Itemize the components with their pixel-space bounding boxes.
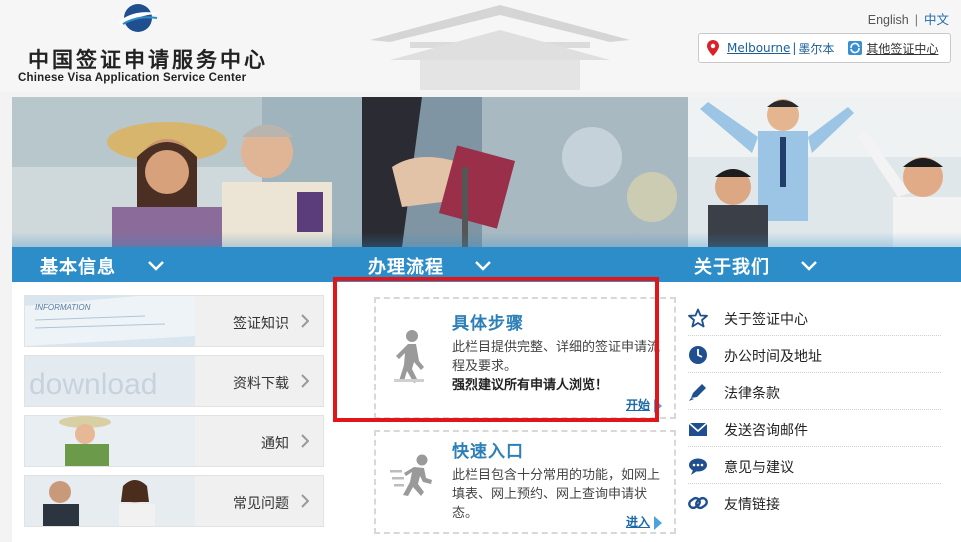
chevron-right-icon — [301, 494, 309, 508]
about-item-label: 意见与建议 — [724, 460, 794, 476]
current-city-cn: 墨尔本 — [798, 41, 835, 56]
chevron-right-icon — [301, 374, 309, 388]
chevron-right-icon — [301, 434, 309, 448]
lang-separator: | — [914, 13, 918, 27]
process-title[interactable]: 办理流程 — [368, 253, 444, 279]
about-column: 关于我们 关于签证中心 办公时间及地址 法律条款 发送咨询邮件 意见与建议 友情… — [688, 97, 961, 542]
location-pin-icon — [707, 40, 719, 56]
couple-photo — [12, 97, 362, 247]
info-item-label: 常见问题 — [233, 496, 289, 512]
pen-icon — [689, 384, 706, 401]
clock-icon — [689, 346, 707, 364]
business-people-thumbnail — [25, 476, 195, 526]
about-item-label: 法律条款 — [724, 386, 780, 402]
chevron-down-icon[interactable] — [474, 260, 492, 272]
about-item-label: 发送咨询邮件 — [724, 423, 808, 439]
about-item-legal[interactable]: 法律条款 — [688, 373, 941, 410]
palace-roof-decoration — [370, 5, 630, 90]
about-item-hours[interactable]: 办公时间及地址 — [688, 336, 941, 373]
child-photo-thumbnail — [25, 416, 195, 466]
basic-info-title[interactable]: 基本信息 — [40, 253, 116, 279]
refresh-icon — [848, 41, 863, 55]
lang-chinese-link[interactable]: 中文 — [924, 13, 949, 27]
about-item-label: 关于签证中心 — [724, 312, 808, 328]
center-selector: Melbourne | 墨尔本 其他签证中心 — [698, 33, 951, 63]
chevron-right-icon — [301, 314, 309, 328]
other-centers-link[interactable]: 其他签证中心 — [866, 40, 938, 57]
info-item-faq[interactable]: 常见问题 — [24, 475, 324, 527]
lang-english-link[interactable]: English — [868, 13, 909, 27]
about-item-label: 办公时间及地址 — [724, 349, 822, 365]
link-icon — [688, 496, 708, 510]
download-thumbnail: download — [25, 356, 195, 406]
information-paper-thumbnail: INFORMATION — [25, 296, 195, 346]
passport-photo — [362, 97, 688, 247]
info-item-notices[interactable]: 通知 — [24, 415, 324, 467]
quick-entry-box[interactable]: 快速入口 此栏目包含十分常用的功能，如网上填表、网上预约、网上查询申请状态。 进… — [374, 430, 676, 534]
quick-entry-enter-link[interactable]: 进入 — [626, 513, 662, 530]
language-switcher: English | 中文 — [868, 9, 949, 28]
info-item-label: 资料下载 — [233, 376, 289, 392]
about-item-links[interactable]: 友情链接 — [688, 484, 941, 521]
basic-info-column: 基本信息 INFORMATION 签证知识 download 资料下载 通知 常… — [12, 97, 362, 542]
logo-chinese-text: 中国签证申请服务中心 — [28, 47, 268, 72]
triangle-right-icon — [654, 515, 662, 530]
site-header: 中国签证申请服务中心 Chinese Visa Application Serv… — [0, 0, 961, 92]
city-separator: | — [792, 41, 797, 55]
about-item-email[interactable]: 发送咨询邮件 — [688, 410, 941, 447]
about-item-center[interactable]: 关于签证中心 — [688, 299, 941, 336]
highlight-frame — [333, 277, 659, 422]
chat-icon — [689, 458, 707, 475]
info-item-visa-knowledge[interactable]: INFORMATION 签证知识 — [24, 295, 324, 347]
quick-entry-title: 快速入口 — [452, 442, 524, 462]
current-city-link[interactable]: Melbourne — [727, 41, 790, 55]
download-thumb-text: download — [29, 368, 157, 401]
info-item-label: 签证知识 — [233, 316, 289, 332]
info-item-label: 通知 — [261, 436, 289, 452]
info-item-downloads[interactable]: download 资料下载 — [24, 355, 324, 407]
chevron-down-icon[interactable] — [147, 260, 165, 272]
about-item-feedback[interactable]: 意见与建议 — [688, 447, 941, 484]
quick-link-label: 进入 — [625, 515, 650, 529]
star-icon — [688, 308, 708, 328]
info-thumb-text: INFORMATION — [35, 303, 91, 312]
about-list: 关于签证中心 办公时间及地址 法律条款 发送咨询邮件 意见与建议 友情链接 — [688, 97, 961, 542]
logo-emblem-icon — [119, 4, 159, 32]
mail-icon — [688, 422, 708, 436]
running-person-icon — [390, 454, 432, 496]
logo-english-text: Chinese Visa Application Service Center — [18, 72, 247, 84]
about-item-label: 友情链接 — [724, 497, 780, 513]
